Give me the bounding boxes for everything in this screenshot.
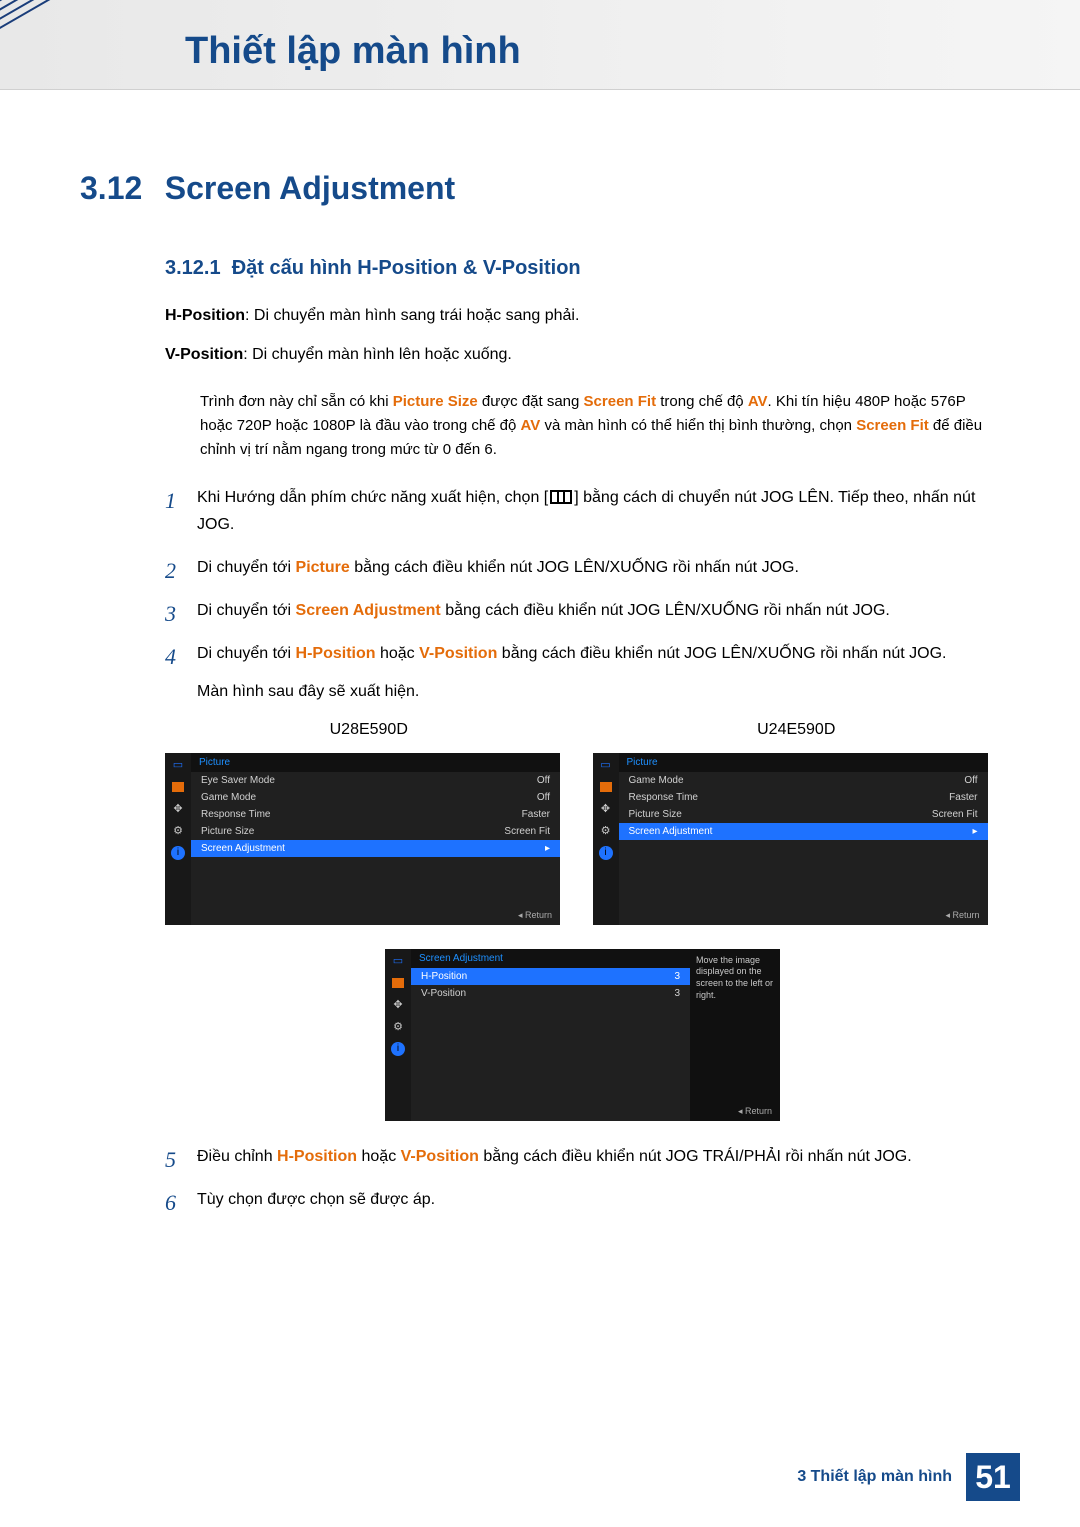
step-2: 2 Di chuyển tới Picture bằng cách điều k… [165,554,1000,581]
content: 3.12 Screen Adjustment 3.12.1 Đặt cấu hì… [80,170,1000,1229]
step-3: 3 Di chuyển tới Screen Adjustment bằng c… [165,597,1000,624]
move-icon: ✥ [597,801,615,817]
monitor-icon: ▭ [597,757,615,773]
decorative-lines [0,0,106,86]
osd-row-item: Game ModeOff [619,772,988,789]
model-label-left: U28E590D [165,721,573,753]
osd-row-item: Game ModeOff [191,789,560,806]
osd-row-item: Response TimeFaster [619,789,988,806]
osd-title: Picture [191,753,560,772]
page-header: Thiết lập màn hình [0,0,1080,90]
vposition-desc: V-Position: Di chuyển màn hình lên hoặc … [165,343,1000,368]
move-icon: ✥ [169,801,187,817]
step-6: 6 Tùy chọn được chọn sẽ được áp. [165,1186,1000,1213]
osd-panel-bottom: ▭ ✥ ⚙ i Screen Adjustment H-Position3 V-… [385,949,780,1121]
osd-left-column: U28E590D ▭ ✥ ⚙ i Picture Eye Saver ModeO… [165,721,573,925]
picture-icon [389,975,407,991]
step-number: 6 [165,1184,176,1221]
steps-list: 1 Khi Hướng dẫn phím chức năng xuất hiện… [165,484,1000,705]
osd-return: ◂ Return [510,906,560,925]
osd-return: ◂ Return [937,906,987,925]
osd-right-column: U24E590D ▭ ✥ ⚙ i Picture Game ModeOff Re… [593,721,1001,925]
picture-icon [597,779,615,795]
gear-icon: ⚙ [597,823,615,839]
chapter-title: Thiết lập màn hình [185,30,521,73]
osd-iconbar: ▭ ✥ ⚙ i [593,753,619,925]
move-icon: ✥ [389,997,407,1013]
section-heading: 3.12 Screen Adjustment [80,170,1000,207]
step-number: 3 [165,595,176,632]
menu-icon [550,490,572,504]
subsection-heading: 3.12.1 Đặt cấu hình H-Position & V-Posit… [165,257,1000,280]
info-icon: i [389,1041,407,1057]
page-footer: 3 Thiết lập màn hình 51 [797,1453,1020,1501]
gear-icon: ⚙ [389,1019,407,1035]
page-number: 51 [966,1453,1020,1501]
hposition-desc: H-Position: Di chuyển màn hình sang trái… [165,304,1000,329]
osd-row: U28E590D ▭ ✥ ⚙ i Picture Eye Saver ModeO… [165,721,1000,925]
monitor-icon: ▭ [389,953,407,969]
picture-icon [169,779,187,795]
footer-text: 3 Thiết lập màn hình [797,1468,952,1486]
model-label-right: U24E590D [593,721,1001,753]
section-number: 3.12 [80,170,142,207]
osd-title: Picture [619,753,988,772]
monitor-icon: ▭ [169,757,187,773]
osd-row-item: Picture SizeScreen Fit [619,806,988,823]
step-5: 5 Điều chỉnh H-Position hoặc V-Position … [165,1143,1000,1170]
steps-list-cont: 5 Điều chỉnh H-Position hoặc V-Position … [165,1143,1000,1213]
info-icon: i [169,845,187,861]
note-block: Trình đơn này chỉ sẵn có khi Picture Siz… [200,390,1000,462]
osd-iconbar: ▭ ✥ ⚙ i [165,753,191,925]
osd-iconbar: ▭ ✥ ⚙ i [385,949,411,1121]
osd-row-selected: Screen Adjustment▸ [619,823,988,840]
osd-row-item: V-Position3 [411,985,690,1002]
step-number: 1 [165,482,176,519]
step-1: 1 Khi Hướng dẫn phím chức năng xuất hiện… [165,484,1000,538]
info-icon: i [597,845,615,861]
step-number: 4 [165,638,176,675]
osd-row-item: Picture SizeScreen Fit [191,823,560,840]
osd-bottom-wrap: ▭ ✥ ⚙ i Screen Adjustment H-Position3 V-… [165,949,1000,1121]
section-title: Screen Adjustment [165,170,455,206]
osd-hint: Move the image displayed on the screen t… [690,949,780,1121]
step-number: 5 [165,1141,176,1178]
gear-icon: ⚙ [169,823,187,839]
osd-panel-right: ▭ ✥ ⚙ i Picture Game ModeOff Response Ti… [593,753,988,925]
step-4: 4 Di chuyển tới H-Position hoặc V-Positi… [165,640,1000,704]
osd-row-item: Eye Saver ModeOff [191,772,560,789]
osd-row-selected: Screen Adjustment▸ [191,840,560,857]
osd-row-item: Response TimeFaster [191,806,560,823]
osd-title: Screen Adjustment [411,949,690,968]
osd-row-selected: H-Position3 [411,968,690,985]
step-number: 2 [165,552,176,589]
osd-panel-left: ▭ ✥ ⚙ i Picture Eye Saver ModeOff Game M… [165,753,560,925]
osd-return: ◂ Return [730,1102,780,1121]
